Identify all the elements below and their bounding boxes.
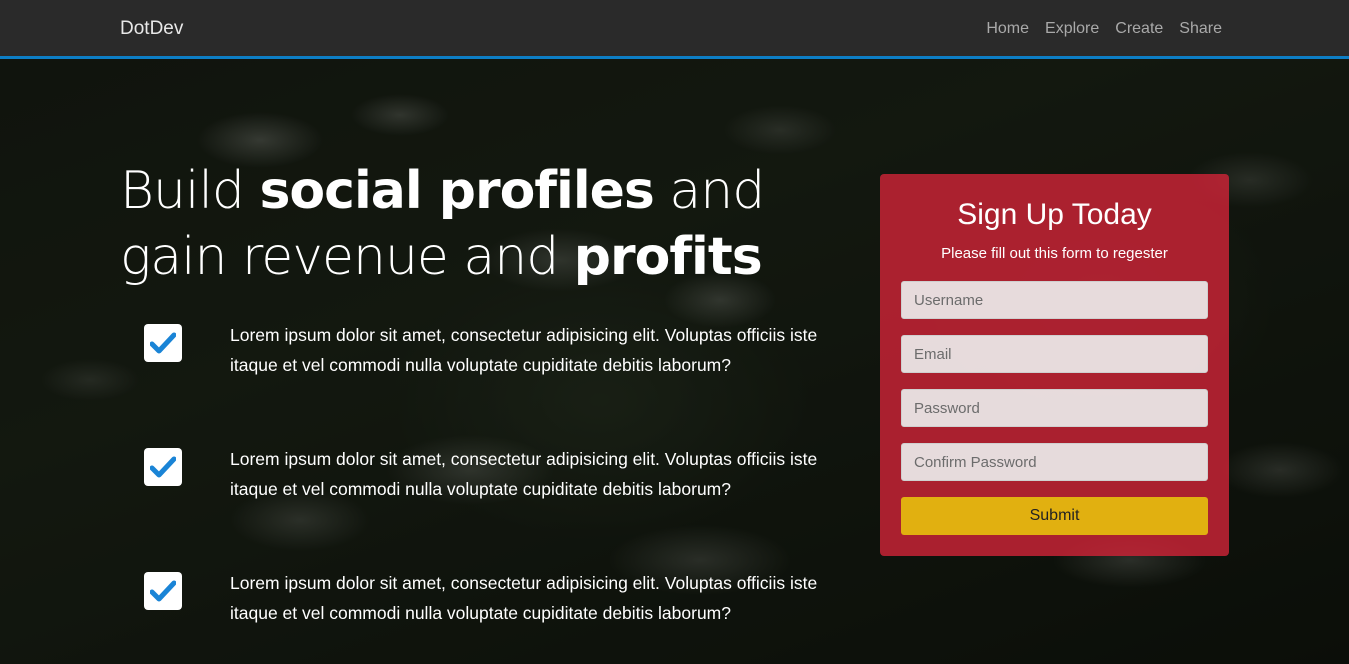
nav-link-share[interactable]: Share: [1179, 20, 1222, 38]
check-icon: [144, 324, 182, 362]
nav-link-home[interactable]: Home: [986, 20, 1029, 38]
nav-link-explore[interactable]: Explore: [1045, 20, 1099, 38]
hero-title-part: Build: [120, 161, 260, 221]
nav-link-create[interactable]: Create: [1115, 20, 1163, 38]
hero-title-bold: profits: [573, 227, 763, 287]
signup-title: Sign Up Today: [957, 198, 1152, 231]
hero-title-bold: social profiles: [259, 161, 654, 221]
hero-title: Build social profiles and gain revenue a…: [120, 158, 840, 290]
check-icon: [144, 448, 182, 486]
signup-card: Sign Up Today Please fill out this form …: [880, 174, 1229, 556]
username-input[interactable]: [901, 281, 1208, 319]
email-input[interactable]: [901, 335, 1208, 373]
feature-text: Lorem ipsum dolor sit amet, consectetur …: [230, 573, 818, 623]
submit-button[interactable]: Submit: [901, 497, 1208, 535]
nav-links: Home Explore Create Share: [986, 20, 1222, 38]
feature-text: Lorem ipsum dolor sit amet, consectetur …: [230, 449, 818, 499]
check-icon: [144, 572, 182, 610]
feature-text: Lorem ipsum dolor sit amet, consectetur …: [230, 325, 818, 375]
confirm-password-input[interactable]: [901, 443, 1208, 481]
signup-subtitle: Please fill out this form to regester: [941, 245, 1168, 262]
navbar: DotDev Home Explore Create Share: [0, 0, 1349, 59]
password-input[interactable]: [901, 389, 1208, 427]
brand-logo[interactable]: DotDev: [120, 18, 183, 40]
